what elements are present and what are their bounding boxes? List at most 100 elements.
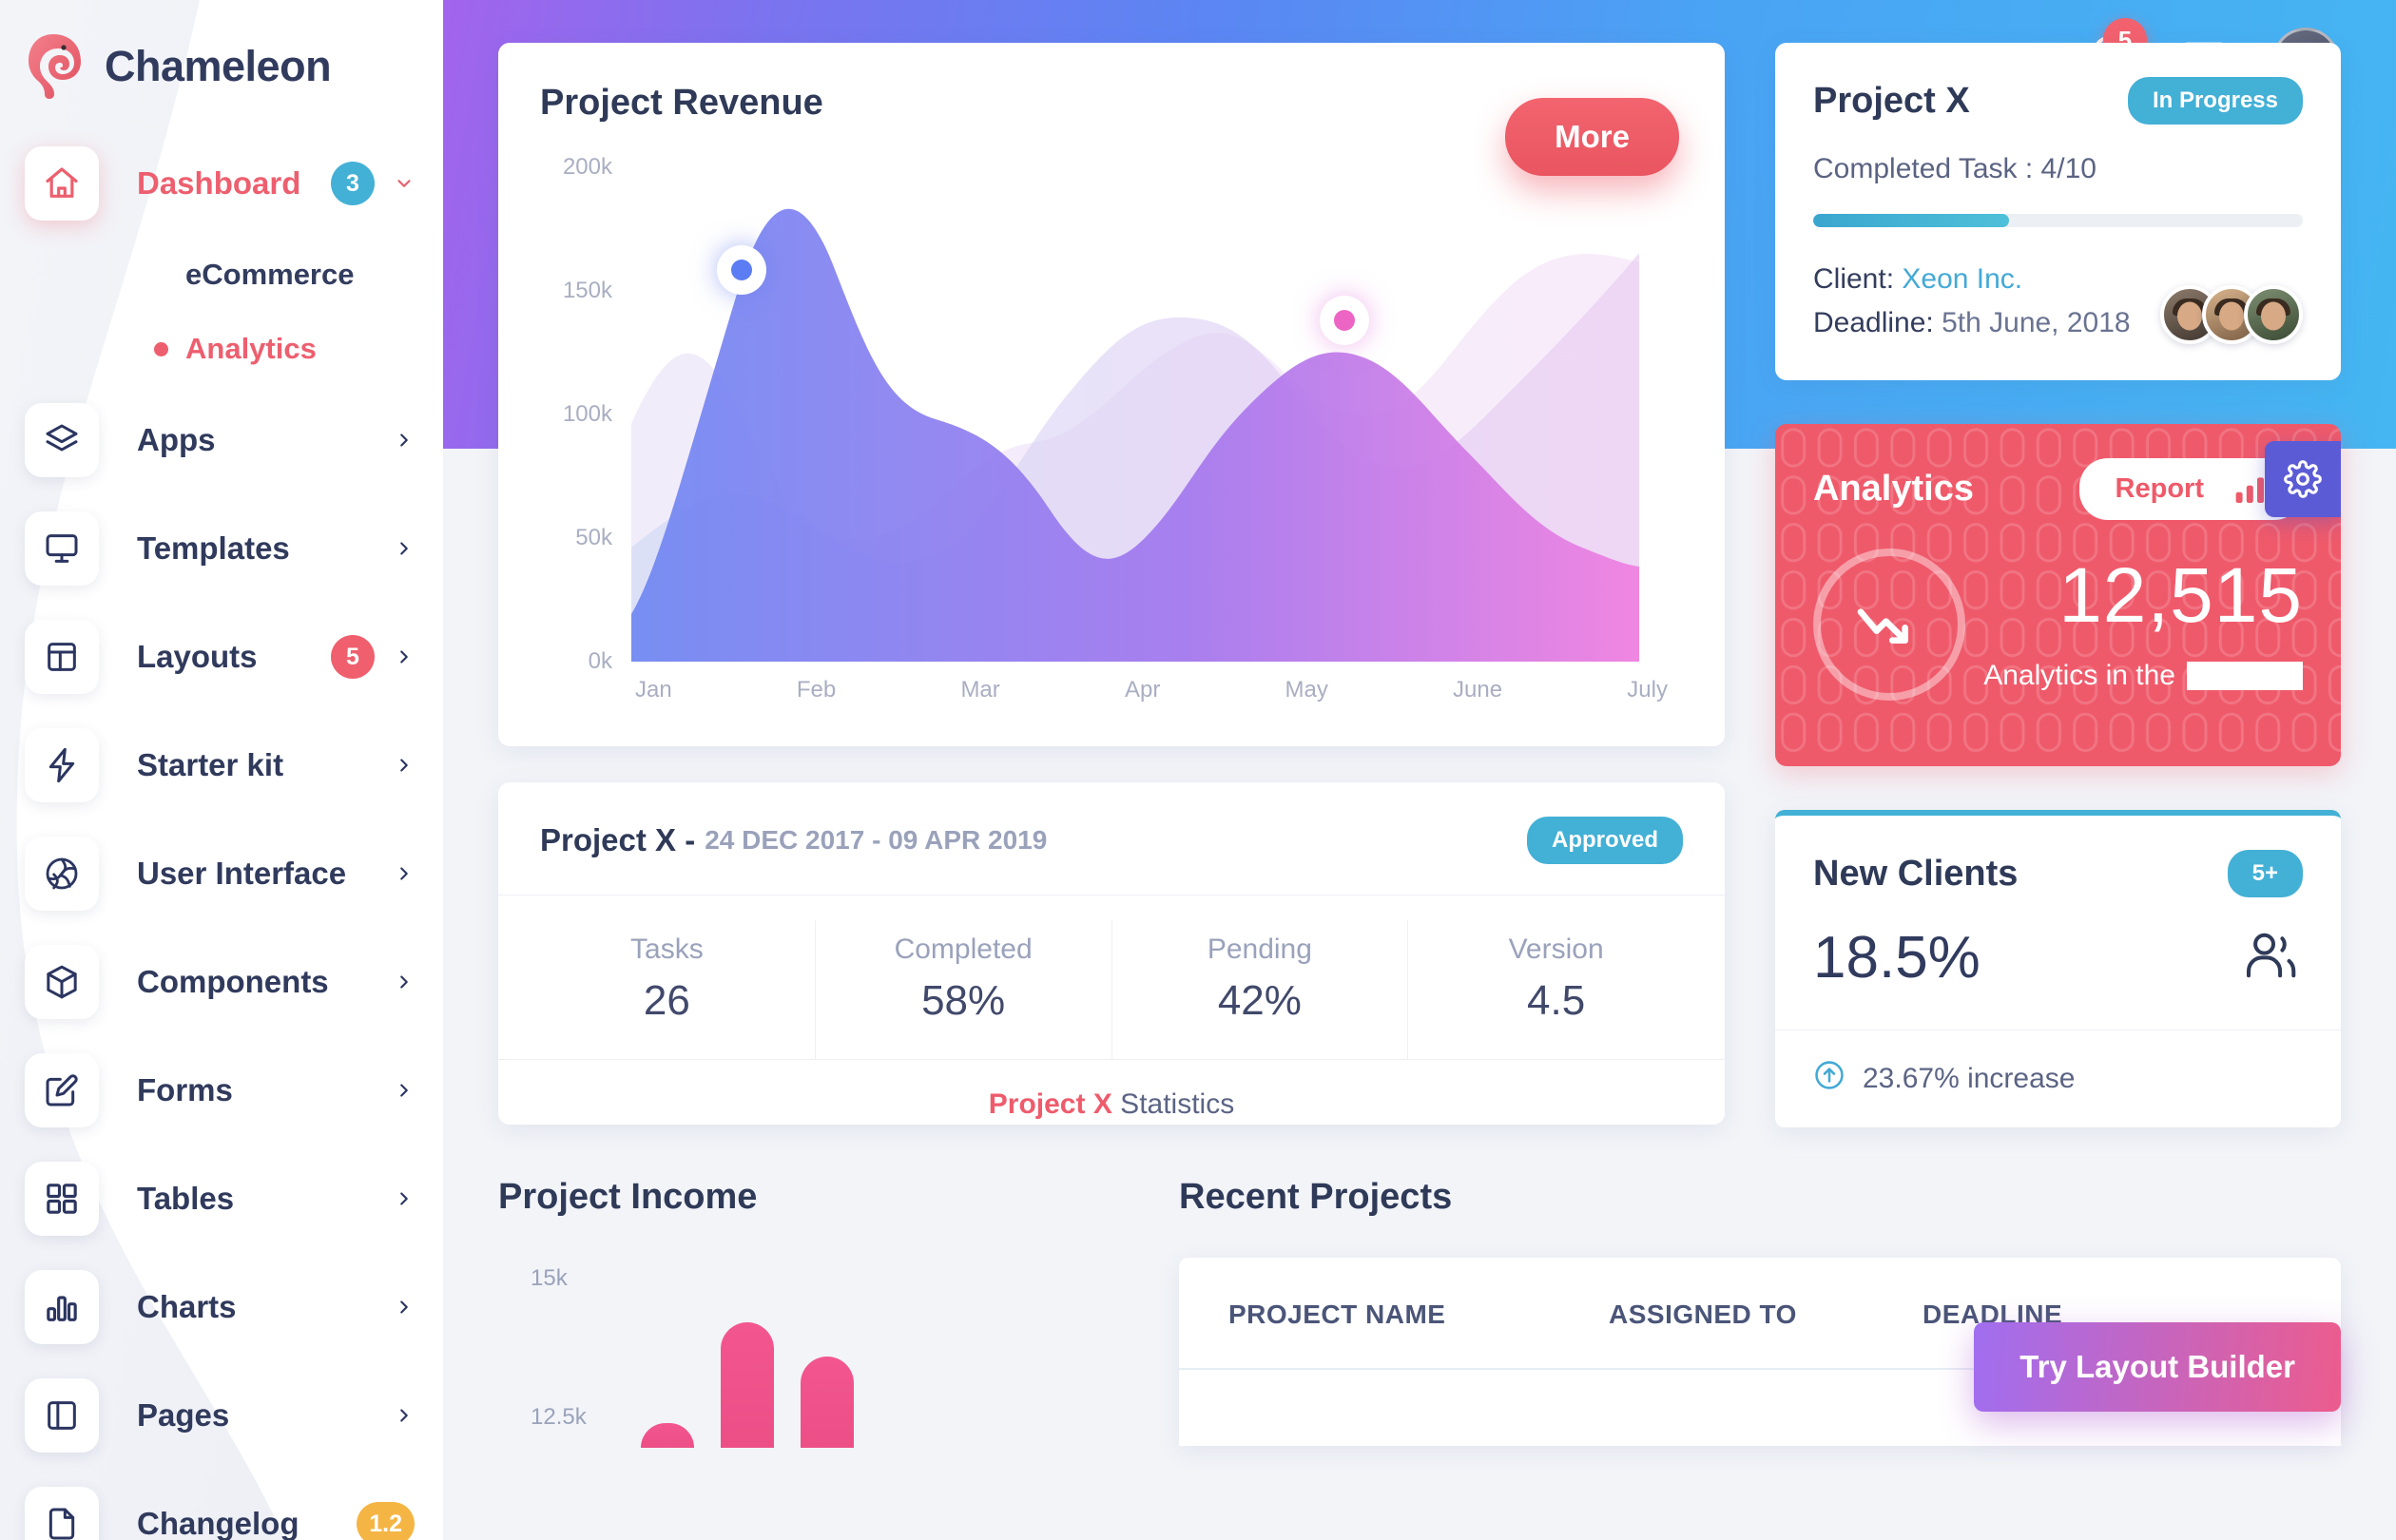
content-right-column: Project X In Progress Completed Task : 4… bbox=[1775, 43, 2341, 1128]
analytics-body: 12,515 Analytics in the bbox=[1813, 549, 2303, 702]
chart-marker-feb[interactable] bbox=[717, 245, 766, 295]
chevron-right-icon[interactable] bbox=[394, 1188, 415, 1209]
sidebar-item-meta bbox=[394, 755, 415, 776]
chevron-right-icon[interactable] bbox=[394, 1405, 415, 1426]
project-x-statistics-card: Project X - 24 DEC 2017 - 09 APR 2019 Ap… bbox=[498, 782, 1725, 1125]
increase-text: 23.67% increase bbox=[1863, 1063, 2076, 1095]
chevron-right-icon[interactable] bbox=[394, 430, 415, 451]
sidebar-item-meta bbox=[394, 430, 415, 451]
chart-marker-june[interactable] bbox=[1320, 296, 1369, 345]
project-x-header: Project X In Progress bbox=[1813, 77, 2303, 125]
sidebar-item-dashboard[interactable]: Dashboard 3 bbox=[0, 129, 443, 238]
stats-footer-highlight: Project X bbox=[988, 1088, 1112, 1120]
chevron-right-icon[interactable] bbox=[394, 972, 415, 992]
sidebar-item-label: Forms bbox=[137, 1072, 233, 1107]
card-title: Analytics bbox=[1813, 469, 1974, 510]
file-icon bbox=[25, 1487, 99, 1540]
x-tick-label: May bbox=[1285, 677, 1328, 703]
sidebar-item-components[interactable]: Components bbox=[0, 928, 443, 1036]
sidebar-item-meta bbox=[394, 538, 415, 559]
sidebar-item-changelog[interactable]: Changelog 1.2 bbox=[0, 1470, 443, 1540]
project-x-meta: Client: Xeon Inc. Deadline: 5th June, 20… bbox=[1813, 258, 2131, 344]
chevron-right-icon[interactable] bbox=[394, 646, 415, 667]
chevron-right-icon[interactable] bbox=[394, 755, 415, 776]
y-tick-label: 50k bbox=[575, 525, 612, 550]
cube-icon bbox=[25, 945, 99, 1019]
sidebar-item-pages[interactable]: Pages bbox=[0, 1361, 443, 1470]
brand[interactable]: Chameleon bbox=[0, 0, 443, 101]
project-revenue-card: Project Revenue More 200k 150k 100k 50k … bbox=[498, 43, 1725, 746]
sidebar-item-tables[interactable]: Tables bbox=[0, 1145, 443, 1253]
stat-value: 26 bbox=[643, 977, 690, 1024]
layers-icon bbox=[25, 403, 99, 477]
sidebar-item-meta bbox=[394, 972, 415, 992]
sidebar-item-label: Components bbox=[137, 964, 329, 999]
analytics-caption-text: Analytics in the bbox=[1983, 660, 2175, 692]
sidebar-item-meta bbox=[394, 863, 415, 884]
sidebar-item-label: Layouts bbox=[137, 639, 258, 674]
sidebar-badge: 5 bbox=[331, 635, 375, 679]
stats-header: Project X - 24 DEC 2017 - 09 APR 2019 Ap… bbox=[498, 782, 1725, 895]
table-header-project-name: PROJECT NAME bbox=[1228, 1299, 1446, 1330]
sidebar-item-label: Charts bbox=[137, 1289, 237, 1324]
progress-bar bbox=[1813, 214, 2303, 227]
client-name[interactable]: Xeon Inc. bbox=[1902, 263, 2022, 295]
analytics-value: 12,515 bbox=[2058, 552, 2303, 640]
sidebar-item-ecommerce[interactable]: eCommerce bbox=[154, 238, 443, 312]
edit-icon bbox=[25, 1053, 99, 1127]
gear-icon[interactable] bbox=[2265, 441, 2341, 518]
try-layout-builder-button[interactable]: Try Layout Builder bbox=[1974, 1322, 2341, 1413]
sidebar-nav: Dashboard 3 eCommerce Analytics Apps Tem… bbox=[0, 129, 443, 1540]
content-left-column: Project Revenue More 200k 150k 100k 50k … bbox=[498, 43, 1725, 1127]
sidebar-item-label: Apps bbox=[137, 422, 216, 457]
x-tick-label: June bbox=[1453, 677, 1503, 703]
sidebar-item-meta bbox=[394, 1188, 415, 1209]
sidebar-item-label: Dashboard bbox=[137, 165, 301, 201]
stat-value: 4.5 bbox=[1527, 977, 1586, 1024]
chevron-right-icon[interactable] bbox=[394, 1080, 415, 1101]
status-badge: Approved bbox=[1526, 817, 1683, 864]
sidebar-item-apps[interactable]: Apps bbox=[0, 386, 443, 494]
card-title: Project X bbox=[1813, 80, 1970, 121]
sidebar-item-layouts[interactable]: Layouts 5 bbox=[0, 603, 443, 711]
chevron-right-icon[interactable] bbox=[394, 1297, 415, 1318]
dashboard-root: Chameleon Dashboard 3 eCommerce Analytic… bbox=[0, 0, 2396, 1540]
chevron-right-icon[interactable] bbox=[394, 538, 415, 559]
status-badge: In Progress bbox=[2127, 77, 2303, 125]
y-tick-label: 150k bbox=[562, 278, 612, 303]
x-tick-label: Apr bbox=[1124, 677, 1161, 703]
new-clients-header: New Clients 5+ bbox=[1775, 816, 2341, 898]
sidebar-item-charts[interactable]: Charts bbox=[0, 1253, 443, 1361]
more-button[interactable]: More bbox=[1505, 98, 1679, 176]
sidebar-item-label: Starter kit bbox=[137, 747, 284, 782]
y-tick-label: 100k bbox=[562, 401, 612, 427]
income-bars bbox=[641, 1277, 854, 1449]
project-name: Project X - bbox=[540, 822, 696, 857]
sidebar-item-starter-kit[interactable]: Starter kit bbox=[0, 711, 443, 819]
stat-label: Tasks bbox=[630, 934, 704, 965]
new-clients-body: 18.5% bbox=[1775, 897, 2341, 1030]
y-tick-label: 12.5k bbox=[531, 1404, 587, 1431]
client-row: Client: Xeon Inc. bbox=[1813, 258, 2131, 301]
home-icon bbox=[25, 146, 99, 221]
brand-name: Chameleon bbox=[105, 42, 332, 90]
sidebar-item-label: User Interface bbox=[137, 856, 347, 891]
x-tick-label: July bbox=[1627, 677, 1668, 703]
analytics-card: Analytics Report 12,515 Analytics in the bbox=[1775, 424, 2341, 767]
chevron-down-icon[interactable] bbox=[394, 173, 415, 194]
sidebar-item-label: Pages bbox=[137, 1397, 230, 1433]
sidebar-item-label: Tables bbox=[137, 1181, 235, 1216]
sidebar-item-user-interface[interactable]: User Interface bbox=[0, 819, 443, 928]
sidebar-item-forms[interactable]: Forms bbox=[0, 1036, 443, 1145]
stat-label: Completed bbox=[894, 934, 1033, 965]
project-income-section: Project Income 15k 12.5k bbox=[498, 1177, 1126, 1449]
stat-pending: Pending 42% bbox=[1112, 920, 1409, 1059]
sidebar-subnav: eCommerce Analytics bbox=[0, 238, 443, 386]
avatar[interactable] bbox=[2244, 285, 2303, 345]
clients-badge: 5+ bbox=[2227, 850, 2303, 898]
sidebar-item-templates[interactable]: Templates bbox=[0, 494, 443, 603]
card-title: New Clients bbox=[1813, 853, 2019, 894]
chevron-right-icon[interactable] bbox=[394, 863, 415, 884]
y-axis: 200k 150k 100k 50k 0k bbox=[540, 154, 622, 674]
sidebar-item-analytics[interactable]: Analytics bbox=[154, 312, 443, 386]
